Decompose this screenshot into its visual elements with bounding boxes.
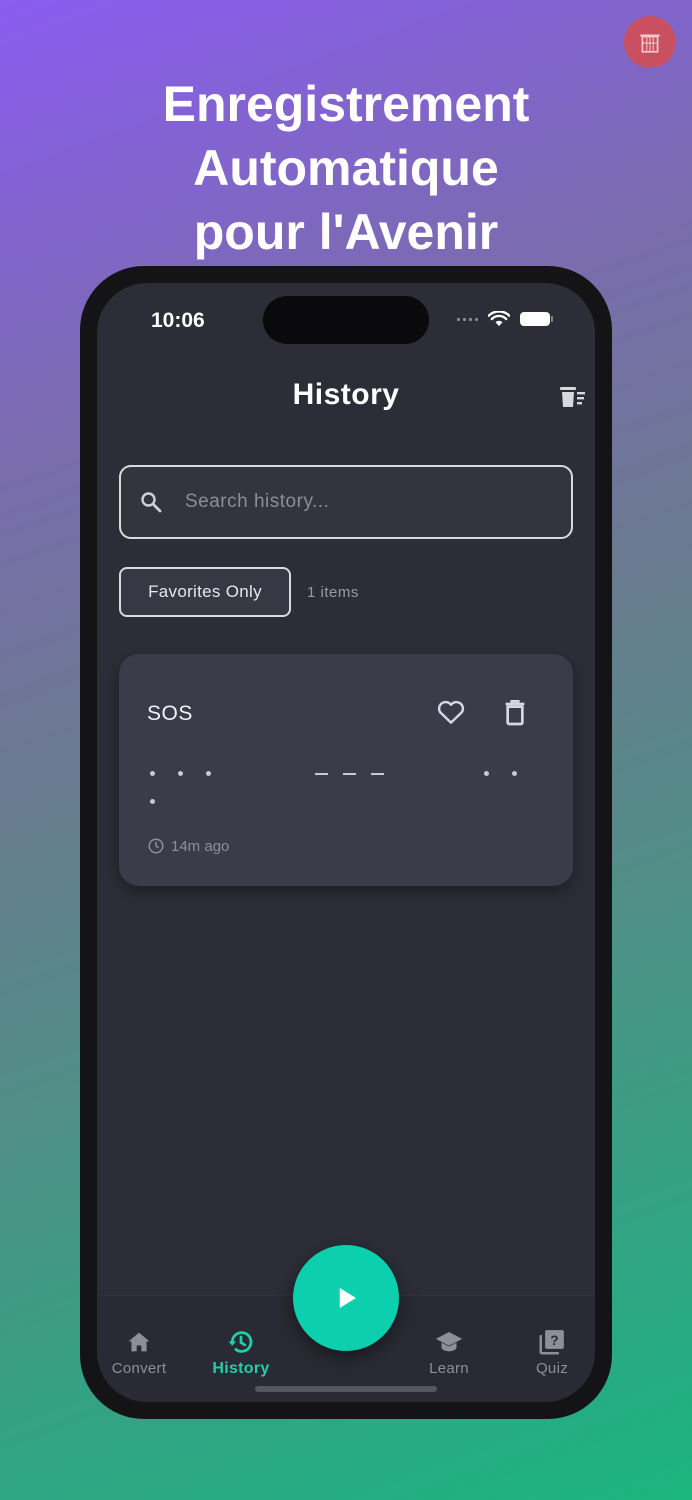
morse-code-visual-wrap: [147, 792, 547, 812]
search-box[interactable]: [119, 465, 573, 539]
home-indicator: [255, 1386, 437, 1392]
app-screen: 10:06 History Search history... Favorite…: [97, 283, 595, 1402]
home-icon: [128, 1332, 150, 1352]
battery-icon: [520, 312, 553, 326]
quiz-icon: ?: [539, 1330, 564, 1355]
timestamp: 14m ago: [147, 837, 229, 855]
page-title: History: [292, 378, 400, 411]
nav-item-learn[interactable]: Learn: [399, 1326, 499, 1377]
favorites-only-toggle[interactable]: Favorites Only: [119, 567, 291, 617]
trash-bin-badge[interactable]: [624, 16, 676, 68]
nav-item-history[interactable]: History: [191, 1326, 291, 1378]
time-ago-label: 14m ago: [171, 837, 230, 855]
trash-icon: [505, 700, 525, 726]
dynamic-island: [263, 296, 429, 344]
graduation-cap-icon: [435, 1332, 463, 1352]
search-icon: [141, 492, 162, 513]
history-item-title: SOS: [147, 702, 193, 725]
wifi-icon: [488, 311, 510, 326]
nav-item-quiz[interactable]: ? Quiz: [502, 1326, 595, 1377]
promo-line-3: pour l'Avenir: [193, 204, 499, 260]
status-time: 10:06: [151, 309, 205, 332]
trash-bin-icon: [640, 34, 660, 53]
nav-label-history: History: [212, 1360, 270, 1377]
promo-line-2: Automatique: [193, 140, 499, 196]
heart-icon: [437, 700, 465, 724]
play-icon: [339, 1288, 356, 1308]
play-fab-button[interactable]: [293, 1245, 399, 1351]
signal-icon: [457, 317, 478, 321]
nav-label-quiz: Quiz: [535, 1360, 569, 1377]
nav-item-convert[interactable]: Convert: [97, 1326, 189, 1377]
svg-text:?: ?: [550, 1333, 558, 1348]
history-item-card[interactable]: SOS 14m ago: [119, 654, 573, 886]
phone-frame: 10:06 History Search history... Favorite…: [80, 266, 612, 1419]
favorite-button[interactable]: [435, 696, 467, 728]
search-input[interactable]: [185, 491, 525, 513]
promo-line-1: Enregistrement: [162, 76, 530, 132]
morse-code-visual: [147, 764, 547, 784]
status-icons: [457, 311, 553, 327]
clear-all-icon: [560, 387, 585, 407]
delete-button[interactable]: [499, 696, 531, 728]
nav-label-convert: Convert: [111, 1360, 167, 1377]
items-count: 1 items: [307, 584, 359, 601]
clear-all-button[interactable]: [557, 383, 587, 411]
nav-label-learn: Learn: [429, 1360, 469, 1377]
clock-icon: [148, 838, 164, 854]
history-icon: [228, 1331, 253, 1353]
promo-title: Enregistrement Automatique pour l'Avenir: [0, 72, 692, 264]
